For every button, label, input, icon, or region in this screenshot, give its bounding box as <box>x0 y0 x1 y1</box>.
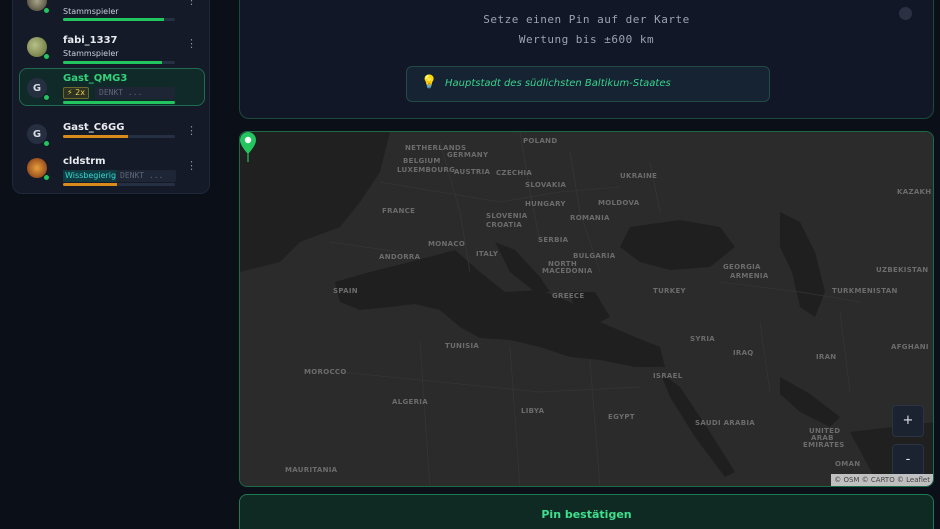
online-status-dot <box>43 94 50 101</box>
player-progress-fill <box>63 183 117 186</box>
map-label: CROATIA <box>486 221 523 229</box>
map-label: EMIRATES <box>803 441 845 449</box>
lightbulb-icon: 💡 <box>421 75 438 90</box>
map-pin-icon[interactable] <box>240 132 256 162</box>
map-label: AUSTRIA <box>454 168 491 176</box>
map-label: SYRIA <box>690 335 716 343</box>
world-map[interactable]: POLAND NETHERLANDS GERMANY BELGIUM LUXEM… <box>239 131 934 487</box>
more-options-icon[interactable]: ⋮ <box>186 0 197 6</box>
map-label: BULGARIA <box>573 252 616 260</box>
map-label: SAUDI ARABIA <box>695 419 755 427</box>
player-row[interactable]: G Gast_C6GG ⋮ <box>19 117 205 155</box>
hint-text: Hauptstadt des südlichsten Baltikum-Staa… <box>445 78 671 89</box>
thinking-badge: DENKT ... <box>116 170 176 182</box>
map-label: LIBYA <box>521 407 545 415</box>
player-name: Gast_C6GG <box>63 122 125 133</box>
question-card: Setze einen Pin auf der Karte Wertung bi… <box>239 0 934 119</box>
zoom-out-button[interactable]: - <box>892 444 924 476</box>
online-status-dot <box>43 140 50 147</box>
map-label: MOLDOVA <box>598 199 640 207</box>
map-label: IRAN <box>816 353 837 361</box>
map-label: HUNGARY <box>525 200 566 208</box>
online-status-dot <box>43 7 50 14</box>
map-label: UKRAINE <box>620 172 658 180</box>
map-label: OMAN <box>835 460 861 468</box>
map-label: ITALY <box>476 250 499 258</box>
player-tag: Stammspieler <box>63 7 119 16</box>
player-row[interactable]: fabi_1337 Stammspieler ⋮ <box>19 30 205 68</box>
map-label: LUXEMBOURG <box>397 166 456 174</box>
more-options-icon[interactable]: ⋮ <box>186 38 197 49</box>
map-label: TUNISIA <box>445 342 480 350</box>
map-label: FRANCE <box>382 207 416 215</box>
map-label: MOROCCO <box>304 368 347 376</box>
confirm-pin-button[interactable]: Pin bestätigen <box>239 494 934 529</box>
instruction-text: Setze einen Pin auf der Karte <box>483 13 690 26</box>
player-progress-fill <box>63 61 162 64</box>
map-label: BELGIUM <box>403 157 441 165</box>
map-label: SLOVENIA <box>486 212 528 220</box>
player-progress-bar <box>63 183 175 186</box>
player-name: Gast_QMG3 <box>63 73 128 84</box>
map-label: SLOVAKIA <box>525 181 567 189</box>
map-label: KAZAKH <box>897 188 932 196</box>
map-label: SERBIA <box>538 236 569 244</box>
map-label: AFGHANI <box>891 343 929 351</box>
player-progress-bar <box>63 101 175 104</box>
timer-indicator <box>899 7 912 20</box>
zoom-in-button[interactable]: + <box>892 405 924 437</box>
map-label: MAURITANIA <box>285 466 338 474</box>
map-label: UZBEKISTAN <box>876 266 929 274</box>
player-progress-bar <box>63 18 175 21</box>
map-label: CZECHIA <box>496 169 533 177</box>
player-progress-bar <box>63 61 175 64</box>
player-list: Stammspieler ⋮ fabi_1337 Stammspieler ⋮ … <box>12 0 210 194</box>
map-label: TURKMENISTAN <box>832 287 898 295</box>
hint-box: 💡 Hauptstadt des südlichsten Baltikum-St… <box>406 66 770 102</box>
streak-badge: ⚡ 2x <box>63 87 89 99</box>
map-label: MACEDONIA <box>542 267 593 275</box>
map-label: ISRAEL <box>653 372 683 380</box>
player-progress-fill <box>63 18 164 21</box>
map-label: ROMANIA <box>570 214 610 222</box>
player-name: cldstrm <box>63 156 106 167</box>
map-label: GREECE <box>552 292 585 300</box>
player-progress-bar <box>63 135 175 138</box>
online-status-dot <box>43 53 50 60</box>
map-label: ANDORRA <box>379 253 421 261</box>
player-tag: Wissbegierig <box>63 170 119 182</box>
player-progress-fill <box>63 101 175 104</box>
map-attribution[interactable]: © OSM © CARTO © Leaflet <box>831 474 933 486</box>
map-label: IRAQ <box>733 349 754 357</box>
map-label: EGYPT <box>608 413 635 421</box>
more-options-icon[interactable]: ⋮ <box>186 125 197 136</box>
score-range-text: Wertung bis ±600 km <box>518 33 655 46</box>
player-progress-fill <box>63 135 128 138</box>
player-row[interactable]: Stammspieler ⋮ <box>19 0 205 29</box>
map-label: ALGERIA <box>392 398 428 406</box>
map-label: GEORGIA <box>723 263 761 271</box>
map-label: MONACO <box>428 240 466 248</box>
map-label: TURKEY <box>653 287 686 295</box>
player-row-active[interactable]: G Gast_QMG3 ⚡ 2x DENKT ... <box>19 68 205 106</box>
player-row[interactable]: cldstrm Wissbegierig DENKT ... ⋮ <box>19 154 205 192</box>
online-status-dot <box>43 174 50 181</box>
map-label: ARMENIA <box>730 272 769 280</box>
thinking-badge: DENKT ... <box>95 87 175 99</box>
map-label: POLAND <box>523 137 558 145</box>
player-name: fabi_1337 <box>63 35 118 46</box>
map-label: GERMANY <box>447 151 489 159</box>
map-label: SPAIN <box>333 287 358 295</box>
more-options-icon[interactable]: ⋮ <box>186 160 197 171</box>
player-tag: Stammspieler <box>63 49 119 58</box>
